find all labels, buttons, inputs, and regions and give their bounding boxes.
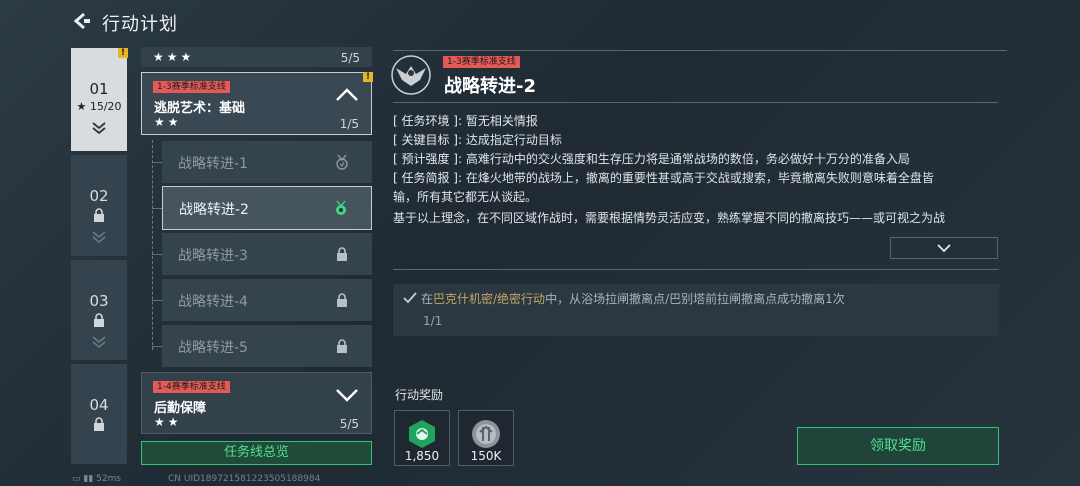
medal-completed-icon	[336, 154, 348, 170]
claim-reward-button[interactable]: 领取奖励	[797, 427, 999, 465]
reward-quantity: 150K	[470, 449, 502, 463]
alert-badge-icon: !	[363, 72, 373, 82]
reward-item-experience[interactable]: 1,850	[394, 410, 450, 466]
chevron-down-icon	[92, 231, 106, 244]
lock-icon	[337, 293, 347, 307]
chevron-down-icon	[92, 122, 106, 135]
alert-badge-icon: !	[118, 48, 128, 58]
task-intensity: [ 预计强度 ]: 高难行动中的交火强度和生存压力将是通常战场的数倍，务必做好十…	[393, 152, 910, 166]
reward-heading: 行动奖励	[395, 388, 444, 402]
task-briefing-cont: 基于以上理念，在不同区域作战时，需要根据情势灵活应变，熟练掌握不同的撤离技巧——…	[393, 211, 946, 225]
chevron-down-icon	[92, 336, 106, 349]
back-arrow-icon[interactable]	[72, 11, 92, 31]
chapter-number: 01	[89, 80, 109, 98]
task-name: 后勤保障	[154, 401, 207, 416]
divider	[393, 269, 999, 270]
subtask-label: 战略转进-3	[178, 248, 248, 264]
experience-emblem-icon	[409, 420, 435, 448]
lock-icon	[94, 313, 104, 327]
chapter-tab-02[interactable]: 02	[71, 155, 127, 256]
previous-task-card[interactable]: ★★★ 5/5	[141, 47, 372, 67]
season-tag: 1-3赛季标准支线	[153, 81, 230, 93]
tree-branch	[152, 208, 162, 209]
subtask-item-2[interactable]: 战略转进-2	[162, 186, 372, 230]
tree-branch	[152, 300, 162, 301]
task-name: 逃脱艺术：基础	[154, 101, 246, 116]
network-status: ▭ ▮▮ 52ms	[72, 474, 122, 484]
subtask-label: 战略转进-2	[179, 202, 249, 218]
subtask-label: 战略转进-5	[178, 340, 248, 356]
task-briefing: [ 任务简报 ]: 在烽火地带的战场上，撤离的重要性甚或高于交战或搜索，毕竟撤离…	[393, 171, 934, 185]
chapter-progress: ★ 15/20	[76, 100, 122, 113]
currency-coin-icon	[472, 420, 500, 448]
objective-text: 在巴克什机密/绝密行动中，从浴场拉闸撤离点/巴别塔前拉闸撤离点成功撤离1次	[421, 292, 845, 306]
subtask-item-1[interactable]: 战略转进-1	[162, 141, 372, 183]
chapter-tab-04[interactable]: 04	[71, 364, 127, 464]
task-stars: ★★★	[153, 50, 195, 64]
divider	[393, 50, 1007, 51]
objective-row: 在巴克什机密/绝密行动中，从浴场拉闸撤离点/巴别塔前拉闸撤离点成功撤离1次 1/…	[393, 284, 999, 336]
season-tag: 1-4赛季标准支线	[153, 381, 230, 393]
chevron-up-icon[interactable]	[335, 87, 359, 103]
task-line-overview-button[interactable]: 任务线总览	[141, 441, 372, 465]
task-count: 1/5	[339, 117, 359, 131]
checkmark-icon	[403, 292, 417, 304]
lock-icon	[337, 339, 347, 353]
reward-quantity: 1,850	[404, 449, 440, 463]
subtask-label: 战略转进-4	[178, 294, 248, 310]
tree-branch	[152, 346, 162, 347]
chapter-number: 03	[89, 292, 109, 310]
task-briefing-cont: 输，所有其它都无从谈起。	[393, 190, 538, 204]
task-count: 5/5	[340, 51, 360, 65]
objective-progress: 1/1	[423, 314, 443, 328]
season-tag: 1-3赛季标准支线	[443, 56, 520, 68]
medal-active-icon	[336, 200, 346, 215]
subtask-item-3[interactable]: 战略转进-3	[162, 233, 372, 275]
subtask-label: 战略转进-1	[178, 156, 248, 172]
task-detail-title: 战略转进-2	[444, 76, 536, 97]
lock-icon	[94, 417, 104, 431]
subtask-tree-line	[152, 140, 153, 350]
divider	[393, 102, 998, 103]
task-stars: ★★	[154, 415, 182, 429]
chapter-number: 04	[89, 396, 109, 414]
user-uid: CN UID189721581223505188984	[168, 474, 321, 484]
lock-icon	[337, 247, 347, 261]
page-title: 行动计划	[102, 14, 178, 35]
chapter-tab-01[interactable]: 01 ★ 15/20	[71, 48, 127, 151]
task-stars: ★★	[154, 115, 182, 129]
eagle-emblem-icon	[391, 55, 431, 95]
subtask-item-4[interactable]: 战略转进-4	[162, 279, 372, 321]
chapter-tab-03[interactable]: 03	[71, 260, 127, 360]
tree-branch	[152, 254, 162, 255]
task-count: 5/5	[339, 417, 359, 431]
subtask-item-5[interactable]: 战略转进-5	[162, 325, 372, 367]
task-environment: [ 任务环境 ]: 暂无相关情报	[393, 114, 538, 128]
task-card-escape-art[interactable]: 1-3赛季标准支线 逃脱艺术：基础 ★★ 1/5	[141, 72, 372, 135]
chevron-down-icon[interactable]	[335, 387, 359, 403]
chapter-number: 02	[89, 187, 109, 205]
task-key-goal: [ 关键目标 ]: 达成指定行动目标	[393, 133, 562, 147]
task-card-logistics[interactable]: 1-4赛季标准支线 后勤保障 ★★ 5/5	[141, 372, 372, 434]
lock-icon	[94, 208, 104, 222]
expand-button[interactable]	[890, 237, 998, 259]
reward-item-currency[interactable]: 150K	[458, 410, 514, 466]
tree-branch	[152, 162, 162, 163]
chevron-down-icon	[937, 244, 951, 253]
